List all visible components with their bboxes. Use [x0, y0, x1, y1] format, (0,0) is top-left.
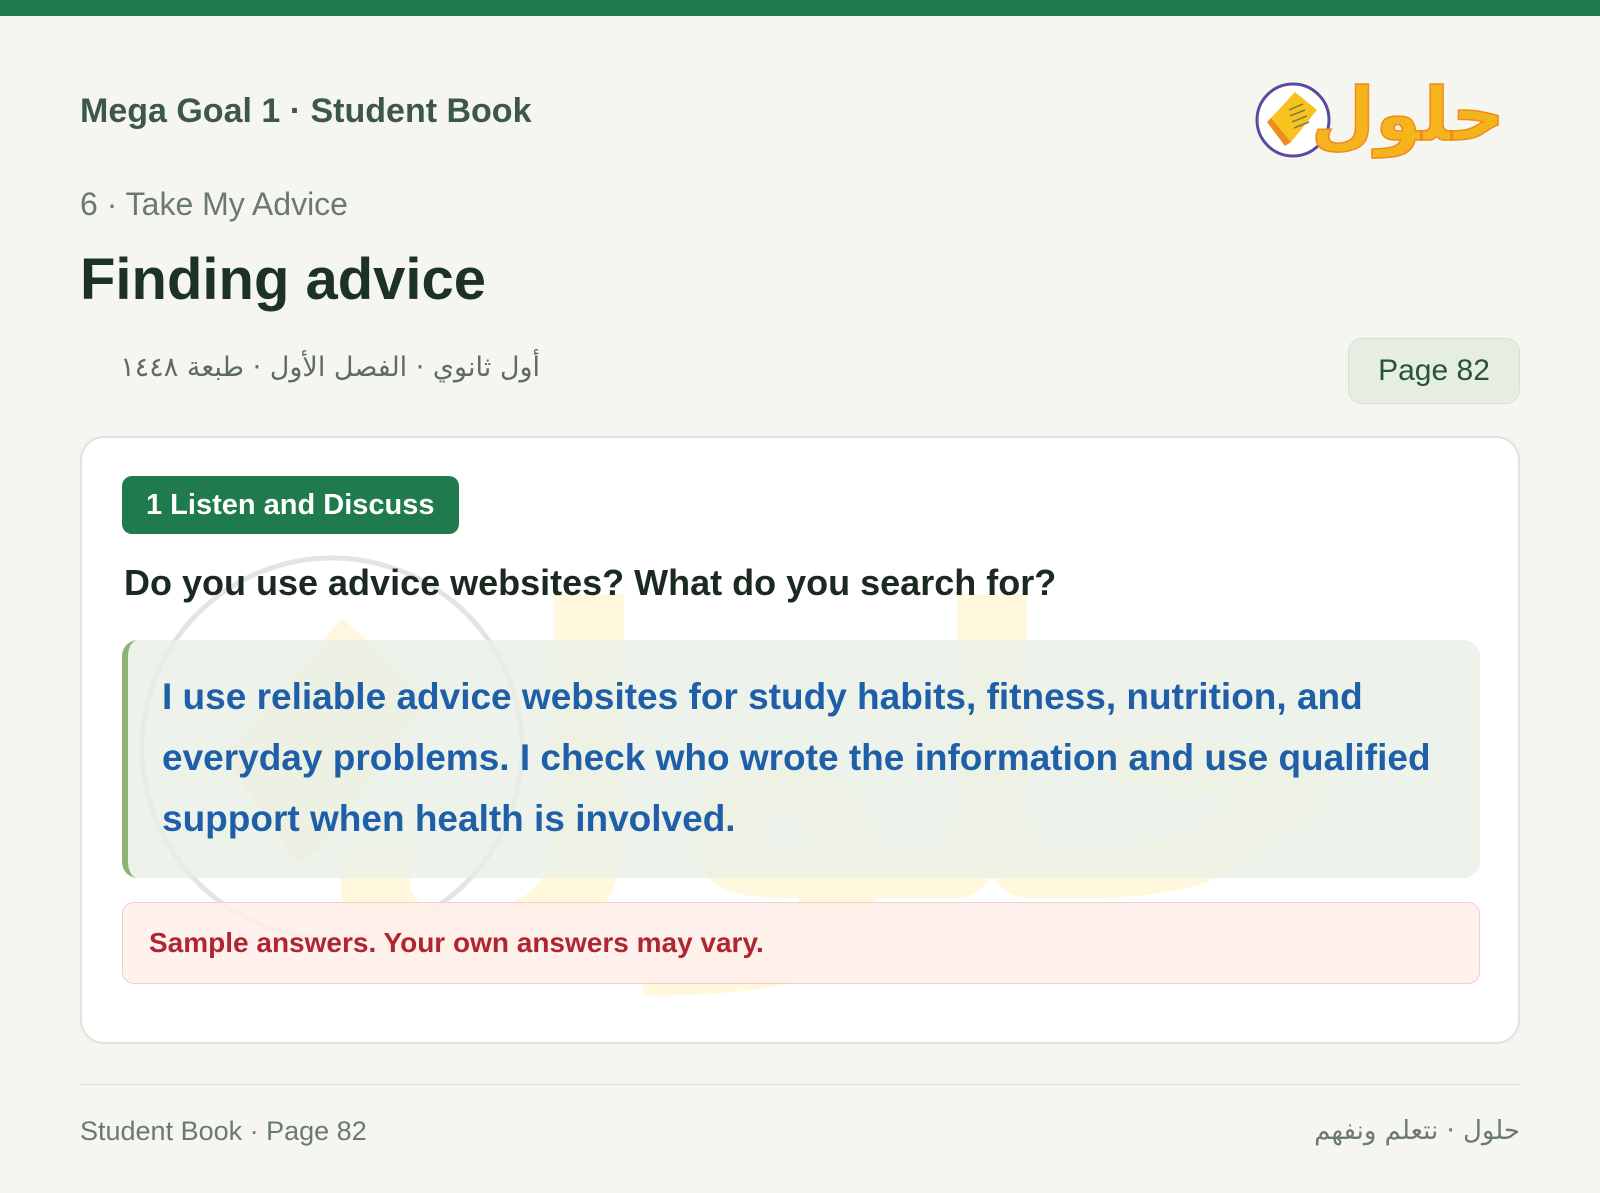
brand-logo[interactable]: حلول [1255, 62, 1520, 172]
footer-page-label: Student Book · Page 82 [80, 1116, 367, 1146]
answer-text: I use reliable advice websites for study… [162, 676, 1431, 839]
edition-line: أول ثانوي · الفصل الأول · طبعة ١٤٤٨ [120, 352, 540, 383]
exercise-card: حلول 1 Listen and Discuss Do you use adv… [80, 436, 1520, 1044]
lesson-title: Finding advice [80, 247, 487, 312]
answer-box: I use reliable advice websites for study… [122, 640, 1480, 878]
question-text: Do you use advice websites? What do you … [124, 562, 1057, 603]
section-tag: 1 Listen and Discuss [122, 476, 459, 534]
top-accent-bar [0, 0, 1600, 16]
footer-divider [80, 1084, 1520, 1085]
logo-wordmark: حلول [1311, 72, 1505, 159]
book-title: Mega Goal 1 · Student Book [80, 92, 532, 130]
footer-tagline: حلول · نتعلم ونفهم [1314, 1116, 1520, 1146]
unit-line: 6 · Take My Advice [80, 186, 348, 222]
sample-answer-note: Sample answers. Your own answers may var… [122, 902, 1480, 984]
book-icon: حلول [1255, 71, 1506, 160]
page-chip: Page 82 [1348, 338, 1520, 404]
